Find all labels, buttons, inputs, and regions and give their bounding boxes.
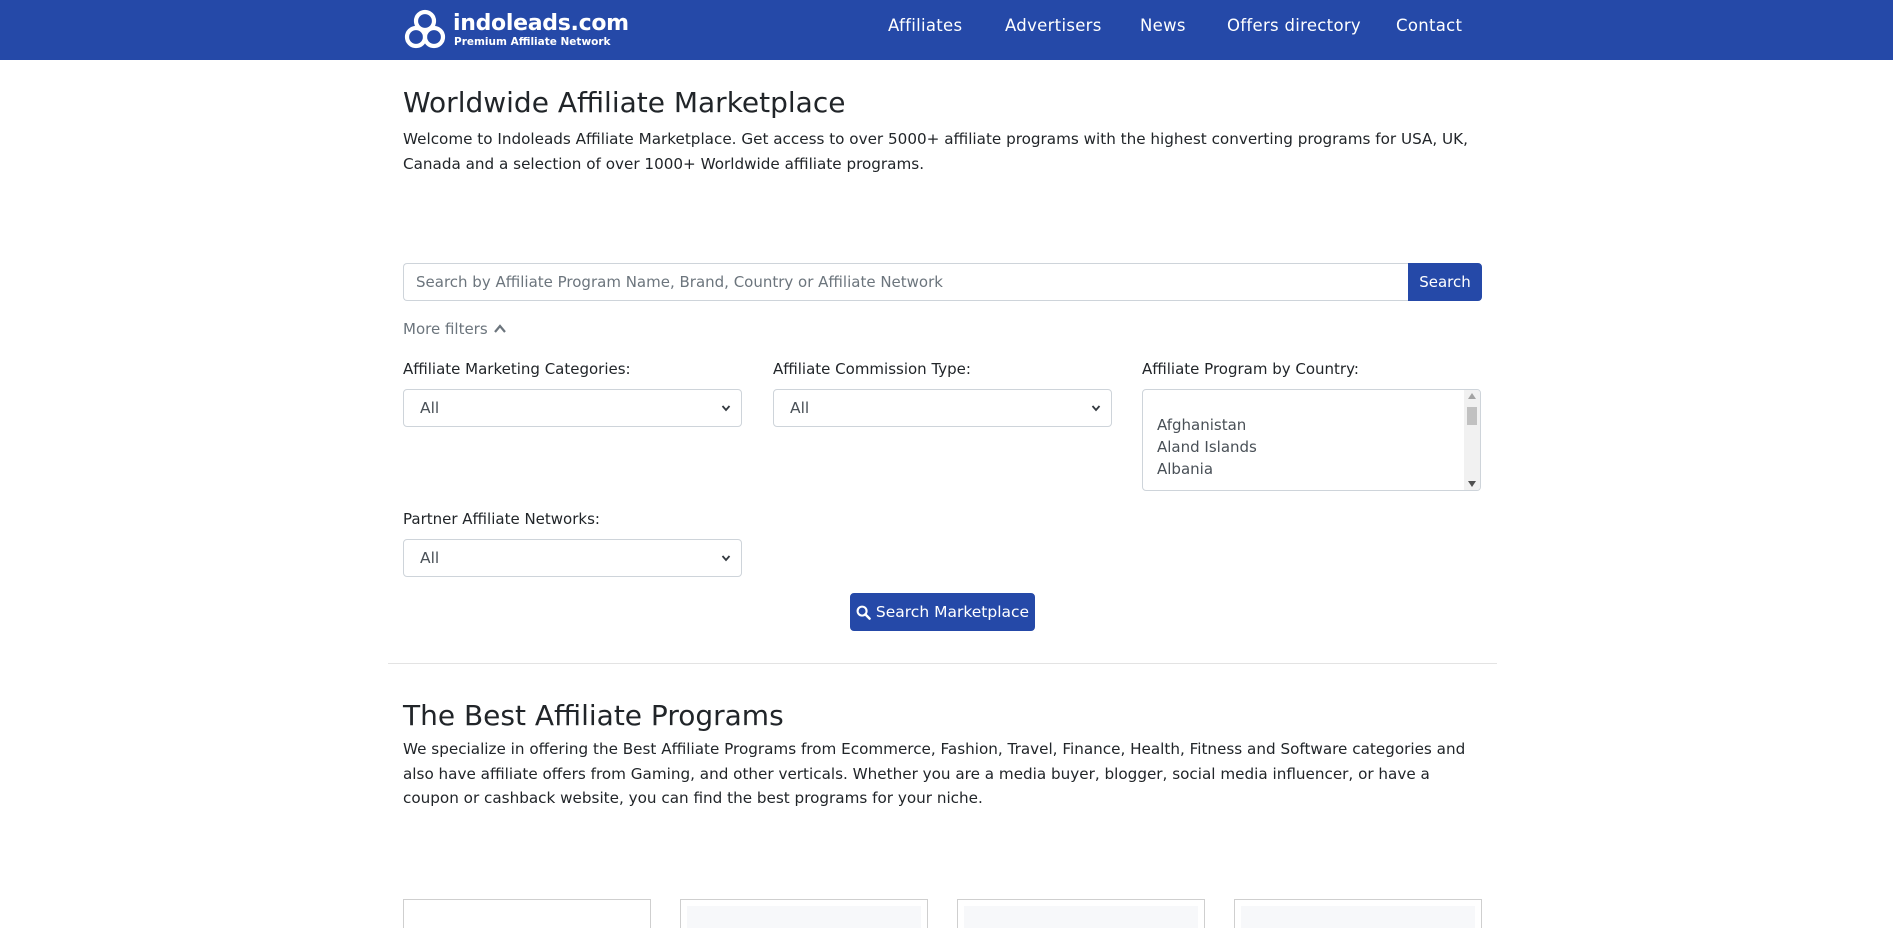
- search-marketplace-button[interactable]: Search Marketplace: [850, 593, 1035, 631]
- chevron-up-icon: [493, 324, 506, 333]
- search-icon: [856, 605, 871, 620]
- country-option[interactable]: Afghanistan: [1157, 416, 1246, 434]
- networks-select[interactable]: All: [403, 539, 742, 577]
- program-card[interactable]: [957, 899, 1205, 928]
- more-filters-label: More filters: [403, 320, 488, 338]
- networks-selected-value: All: [420, 549, 440, 567]
- country-option[interactable]: Albania: [1157, 460, 1213, 478]
- marketplace-intro: Welcome to Indoleads Affiliate Marketpla…: [403, 130, 1468, 173]
- program-card[interactable]: [1234, 899, 1482, 928]
- country-listbox[interactable]: Afghanistan Aland Islands Albania: [1142, 389, 1481, 491]
- country-label: Affiliate Program by Country:: [1142, 360, 1359, 378]
- commission-select[interactable]: All: [773, 389, 1112, 427]
- program-card-image: [1241, 906, 1475, 928]
- best-programs-title: The Best Affiliate Programs: [403, 699, 784, 732]
- scroll-thumb[interactable]: [1467, 407, 1477, 425]
- search-marketplace-label: Search Marketplace: [875, 603, 1030, 621]
- nav-item-advertisers[interactable]: Advertisers: [1005, 16, 1102, 35]
- program-card-image: [964, 906, 1198, 928]
- brand-name: indoleads.com: [453, 11, 629, 36]
- program-card[interactable]: [403, 899, 651, 928]
- top-navbar: indoleads.com Premium Affiliate Network …: [0, 0, 1893, 60]
- categories-select[interactable]: All: [403, 389, 742, 427]
- categories-label: Affiliate Marketing Categories:: [403, 360, 631, 378]
- search-button[interactable]: Search: [1408, 263, 1482, 301]
- country-listbox-scrollbar[interactable]: [1464, 390, 1480, 490]
- marketplace-title: Worldwide Affiliate Marketplace: [403, 86, 846, 119]
- commission-selected-value: All: [790, 399, 810, 417]
- nav-item-offers-directory[interactable]: Offers directory: [1227, 16, 1361, 35]
- scroll-up-arrow-icon[interactable]: [1468, 393, 1476, 399]
- networks-label: Partner Affiliate Networks:: [403, 510, 600, 528]
- brand-tagline: Premium Affiliate Network: [454, 36, 611, 48]
- best-programs-description: We specialize in offering the Best Affil…: [403, 740, 1466, 807]
- nav-item-contact[interactable]: Contact: [1396, 16, 1462, 35]
- program-card-image: [687, 906, 921, 928]
- brand-logo-link[interactable]: indoleads.com Premium Affiliate Network: [403, 7, 629, 53]
- chevron-down-icon: [721, 555, 731, 562]
- chevron-down-icon: [1091, 405, 1101, 412]
- indoleads-logo-icon: [404, 9, 446, 49]
- nav-item-affiliates[interactable]: Affiliates: [888, 16, 962, 35]
- chevron-down-icon: [721, 405, 731, 412]
- categories-selected-value: All: [420, 399, 440, 417]
- commission-label: Affiliate Commission Type:: [773, 360, 971, 378]
- scroll-down-arrow-icon[interactable]: [1468, 481, 1476, 487]
- nav-item-news[interactable]: News: [1140, 16, 1186, 35]
- more-filters-toggle[interactable]: More filters: [403, 320, 507, 338]
- search-input[interactable]: [403, 263, 1408, 301]
- search-bar: Search: [403, 263, 1482, 301]
- program-card[interactable]: [680, 899, 928, 928]
- country-option[interactable]: Aland Islands: [1157, 438, 1257, 456]
- brand-text: indoleads.com Premium Affiliate Network: [453, 11, 629, 49]
- section-divider: [388, 663, 1497, 664]
